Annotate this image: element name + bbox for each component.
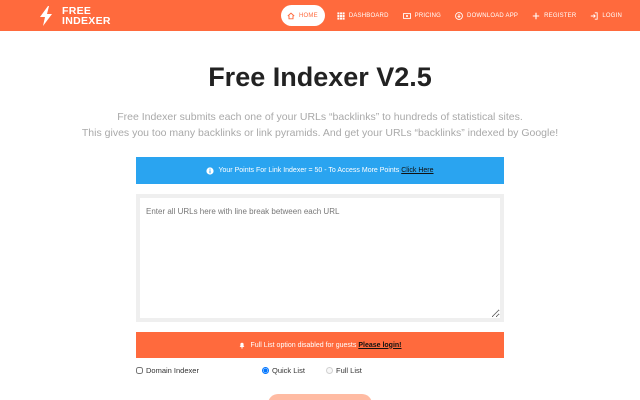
urls-textarea[interactable] bbox=[140, 198, 500, 318]
nav-register[interactable]: REGISTER bbox=[532, 5, 576, 26]
domain-indexer-option[interactable]: Domain Indexer bbox=[136, 366, 199, 375]
guest-notice-text: Full List option disabled for guests bbox=[250, 341, 357, 349]
points-text: Your Points For Link Indexer = 50 - To A… bbox=[218, 167, 400, 174]
points-info-bar: Your Points For Link Indexer = 50 - To A… bbox=[136, 157, 504, 184]
points-click-here-link[interactable]: Click Here bbox=[401, 167, 433, 174]
quick-list-label: Quick List bbox=[272, 366, 305, 375]
submit-button[interactable] bbox=[268, 394, 372, 400]
main-nav: HOME DASHBOARD PRICING DOWNLOAD APP REGI… bbox=[281, 5, 636, 26]
nav-register-label: REGISTER bbox=[544, 12, 577, 19]
please-login-link[interactable]: Please login! bbox=[358, 342, 401, 349]
domain-indexer-checkbox[interactable] bbox=[136, 367, 143, 374]
full-list-radio[interactable] bbox=[326, 367, 333, 374]
home-icon bbox=[287, 12, 295, 19]
nav-download-app[interactable]: DOWNLOAD APP bbox=[455, 5, 518, 26]
info-icon bbox=[206, 166, 215, 175]
quick-list-option[interactable]: Quick List bbox=[262, 366, 305, 375]
nav-pricing-label: PRICING bbox=[414, 12, 442, 19]
brand-logo[interactable]: FREE INDEXER bbox=[38, 5, 111, 27]
top-navbar: FREE INDEXER HOME DASHBOARD PRICING DOWN… bbox=[0, 0, 640, 31]
nav-login[interactable]: LOGIN bbox=[590, 5, 622, 26]
login-icon bbox=[591, 11, 599, 20]
bell-icon bbox=[240, 342, 245, 349]
domain-indexer-label: Domain Indexer bbox=[146, 366, 199, 375]
nav-dashboard-label: DASHBOARD bbox=[348, 12, 389, 19]
money-icon bbox=[402, 12, 411, 19]
grid-icon bbox=[337, 11, 345, 20]
download-icon bbox=[455, 11, 463, 20]
plus-icon bbox=[532, 12, 540, 19]
quick-list-radio[interactable] bbox=[262, 367, 269, 374]
url-input-container bbox=[136, 194, 504, 322]
page-title: Free Indexer V2.5 bbox=[208, 62, 432, 92]
full-list-option[interactable]: Full List bbox=[326, 366, 362, 375]
full-list-label: Full List bbox=[336, 366, 362, 375]
brand-line2: INDEXER bbox=[62, 15, 111, 27]
nav-download-app-label: DOWNLOAD APP bbox=[467, 12, 519, 19]
page-subtitle-line1: Free Indexer submits each one of your UR… bbox=[117, 111, 523, 123]
nav-home[interactable]: HOME bbox=[281, 5, 325, 26]
nav-login-label: LOGIN bbox=[602, 12, 623, 19]
brand-name: FREE INDEXER bbox=[62, 6, 111, 27]
nav-pricing[interactable]: PRICING bbox=[402, 5, 442, 26]
nav-dashboard[interactable]: DASHBOARD bbox=[337, 5, 389, 26]
lightning-bolt-icon bbox=[40, 6, 52, 26]
page-subtitle-line2: This gives you too many backlinks or lin… bbox=[81, 127, 559, 139]
nav-home-label: HOME bbox=[299, 12, 318, 19]
guest-notice-bar: Full List option disabled for guests Ple… bbox=[136, 332, 504, 358]
